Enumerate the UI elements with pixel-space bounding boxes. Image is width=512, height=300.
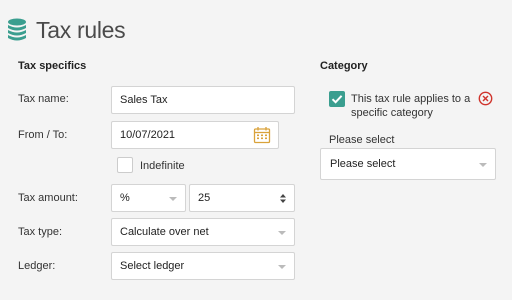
ledger-value: Select ledger <box>120 260 185 272</box>
date-input[interactable]: 10/07/2021 <box>111 121 279 149</box>
chevron-down-icon <box>479 163 487 167</box>
indefinite-checkbox[interactable] <box>117 157 133 173</box>
tax-type-label: Tax type: <box>18 226 63 238</box>
from-to-label: From / To: <box>18 129 68 141</box>
tax-amount-input[interactable]: 25 <box>189 184 295 212</box>
category-panel: This tax rule applies to a specific cate… <box>320 82 500 182</box>
chevron-down-icon <box>278 265 286 269</box>
tax-type-value: Calculate over net <box>120 226 209 238</box>
tax-specifics-title: Tax specifics <box>18 60 87 72</box>
tax-unit-value: % <box>120 192 130 204</box>
calendar-icon[interactable] <box>253 126 271 144</box>
tax-type-select[interactable]: Calculate over net <box>111 218 295 246</box>
indefinite-label: Indefinite <box>140 160 185 172</box>
ledger-label: Ledger: <box>18 260 56 272</box>
chevron-down-icon <box>169 197 177 201</box>
coins-stack-icon <box>8 18 26 41</box>
tax-name-value: Sales Tax <box>120 94 168 106</box>
tax-name-label: Tax name: <box>18 93 69 105</box>
category-select[interactable]: Please select <box>320 148 496 180</box>
category-select-label: Please select <box>329 134 395 146</box>
category-applies-checkbox[interactable] <box>329 91 345 107</box>
tax-amount-value: 25 <box>198 192 211 204</box>
page-title: Tax rules <box>36 16 126 43</box>
tax-amount-label: Tax amount: <box>18 192 78 204</box>
tax-rules-page: Tax rules Tax specifics Tax name: Sales … <box>0 0 512 300</box>
page-header: Tax rules <box>6 14 126 46</box>
remove-circle-icon[interactable] <box>478 91 493 106</box>
tax-unit-select[interactable]: % <box>111 184 186 212</box>
category-title: Category <box>320 60 368 72</box>
ledger-select[interactable]: Select ledger <box>111 252 295 280</box>
chevron-down-icon <box>278 231 286 235</box>
category-applies-label: This tax rule applies to a specific cate… <box>351 93 471 119</box>
date-value: 10/07/2021 <box>120 129 176 141</box>
stepper-arrows-icon[interactable] <box>279 193 287 204</box>
tax-name-input[interactable]: Sales Tax <box>111 86 295 114</box>
category-select-value: Please select <box>330 158 396 170</box>
checkmark-icon <box>331 95 343 104</box>
